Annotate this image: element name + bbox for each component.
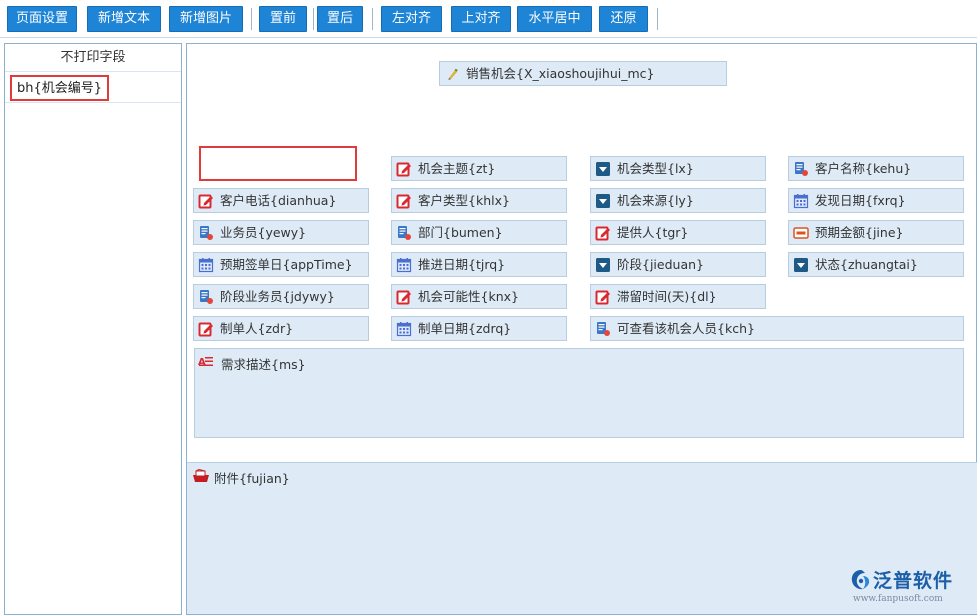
lookup-icon <box>198 289 214 305</box>
lookup-icon <box>396 225 412 241</box>
toolbar-divider <box>657 8 658 30</box>
center-horizontal-button[interactable]: 水平居中 <box>517 6 592 32</box>
lookup-icon <box>198 225 214 241</box>
field-label: 预期金额{jine} <box>815 221 903 244</box>
field-label: 部门{bumen} <box>418 221 503 244</box>
field-label: 发现日期{fxrq} <box>815 189 906 212</box>
field-label: 客户电话{dianhua} <box>220 189 336 212</box>
toolbar-divider <box>372 8 373 30</box>
add-text-button[interactable]: 新增文本 <box>87 6 161 32</box>
field-bumen[interactable]: 部门{bumen} <box>391 220 567 245</box>
fanpu-logo: 泛普软件 www.fanpusoft.com <box>845 566 973 608</box>
add-image-button[interactable]: 新增图片 <box>169 6 243 32</box>
calendar-icon <box>396 321 412 337</box>
logo-text: 泛普软件 <box>873 566 953 593</box>
title-field[interactable]: 销售机会{X_xiaoshoujihui_mc} <box>439 61 727 86</box>
field-label: 制单日期{zdrq} <box>418 317 511 340</box>
field-label: 制单人{zdr} <box>220 317 293 340</box>
field-label: 阶段{jieduan} <box>617 253 704 276</box>
field-label: 附件{fujian} <box>214 468 290 487</box>
number-icon <box>793 225 809 241</box>
field-label: 客户名称{kehu} <box>815 157 911 180</box>
edit-icon <box>595 289 611 305</box>
field-ms[interactable]: A 需求描述{ms} <box>194 348 964 438</box>
bring-front-button[interactable]: 置前 <box>259 6 307 32</box>
svg-text:A: A <box>198 357 206 368</box>
edit-icon <box>396 161 412 177</box>
toolbar-divider <box>251 8 252 30</box>
field-label: 滞留时间(天){dl} <box>617 285 717 308</box>
edit-icon <box>396 289 412 305</box>
field-tjrq[interactable]: 推进日期{tjrq} <box>391 252 567 277</box>
lookup-icon <box>793 161 809 177</box>
field-label: 提供人{tgr} <box>617 221 688 244</box>
field-label: 预期签单日{appTime} <box>220 253 353 276</box>
field-khlx[interactable]: 客户类型{khlx} <box>391 188 567 213</box>
divider <box>5 102 181 103</box>
toolbar-divider <box>313 8 314 30</box>
edit-icon <box>198 193 214 209</box>
toolbar: 页面设置 新增文本 新增图片 置前 置后 左对齐 上对齐 水平居中 还原 <box>0 0 977 38</box>
field-kch[interactable]: 可查看该机会人员{kch} <box>590 316 964 341</box>
dropdown-icon <box>595 161 611 177</box>
field-jine[interactable]: 预期金额{jine} <box>788 220 964 245</box>
send-back-button[interactable]: 置后 <box>317 6 363 32</box>
calendar-icon <box>198 257 214 273</box>
logo-mark-icon <box>849 568 873 592</box>
field-label: 需求描述{ms} <box>221 354 306 373</box>
field-label: 客户类型{khlx} <box>418 189 510 212</box>
align-top-button[interactable]: 上对齐 <box>451 6 511 32</box>
lookup-icon <box>595 321 611 337</box>
field-knx[interactable]: 机会可能性{knx} <box>391 284 567 309</box>
field-dianhua[interactable]: 客户电话{dianhua} <box>193 188 369 213</box>
field-label: 机会主题{zt} <box>418 157 495 180</box>
field-zhuangtai[interactable]: 状态{zhuangtai} <box>788 252 964 277</box>
field-ly[interactable]: 机会来源{ly} <box>590 188 766 213</box>
field-apptime[interactable]: 预期签单日{appTime} <box>193 252 369 277</box>
field-dl[interactable]: 滞留时间(天){dl} <box>590 284 766 309</box>
field-jdywy[interactable]: 阶段业务员{jdywy} <box>193 284 369 309</box>
panel-header: 不打印字段 <box>5 44 181 72</box>
field-label: 业务员{yewy} <box>220 221 306 244</box>
field-zdr[interactable]: 制单人{zdr} <box>193 316 369 341</box>
pencil-icon <box>444 66 460 82</box>
attachment-icon <box>192 469 210 483</box>
calendar-icon <box>396 257 412 273</box>
field-label: 机会可能性{knx} <box>418 285 519 308</box>
align-left-button[interactable]: 左对齐 <box>381 6 442 32</box>
field-label: 销售机会{X_xiaoshoujihui_mc} <box>466 62 654 85</box>
field-kehu[interactable]: 客户名称{kehu} <box>788 156 964 181</box>
page-settings-button[interactable]: 页面设置 <box>7 6 77 32</box>
field-zt[interactable]: 机会主题{zt} <box>391 156 567 181</box>
dropdown-icon <box>595 193 611 209</box>
dropdown-icon <box>793 257 809 273</box>
field-tgr[interactable]: 提供人{tgr} <box>590 220 766 245</box>
field-label: 阶段业务员{jdywy} <box>220 285 335 308</box>
field-jieduan[interactable]: 阶段{jieduan} <box>590 252 766 277</box>
dropdown-icon <box>595 257 611 273</box>
calendar-icon <box>793 193 809 209</box>
field-lx[interactable]: 机会类型{lx} <box>590 156 766 181</box>
field-fxrq[interactable]: 发现日期{fxrq} <box>788 188 964 213</box>
field-label: 机会类型{lx} <box>617 157 694 180</box>
field-label: 机会来源{ly} <box>617 189 694 212</box>
field-label: 推进日期{tjrq} <box>418 253 505 276</box>
selected-empty-element[interactable] <box>199 146 357 181</box>
non-print-fields-panel: 不打印字段 bh{机会编号} <box>4 43 182 615</box>
edit-icon <box>595 225 611 241</box>
logo-url: www.fanpusoft.com <box>853 594 943 604</box>
field-label: 可查看该机会人员{kch} <box>617 317 755 340</box>
non-print-field-item[interactable]: bh{机会编号} <box>10 75 109 101</box>
edit-icon <box>396 193 412 209</box>
field-label: 状态{zhuangtai} <box>815 253 918 276</box>
textarea-icon: A <box>198 354 214 368</box>
restore-button[interactable]: 还原 <box>599 6 648 32</box>
field-zdrq[interactable]: 制单日期{zdrq} <box>391 316 567 341</box>
edit-icon <box>198 321 214 337</box>
field-yewy[interactable]: 业务员{yewy} <box>193 220 369 245</box>
print-layout-canvas: 销售机会{X_xiaoshoujihui_mc} 机会主题{zt} 机会类型{l… <box>186 43 977 615</box>
